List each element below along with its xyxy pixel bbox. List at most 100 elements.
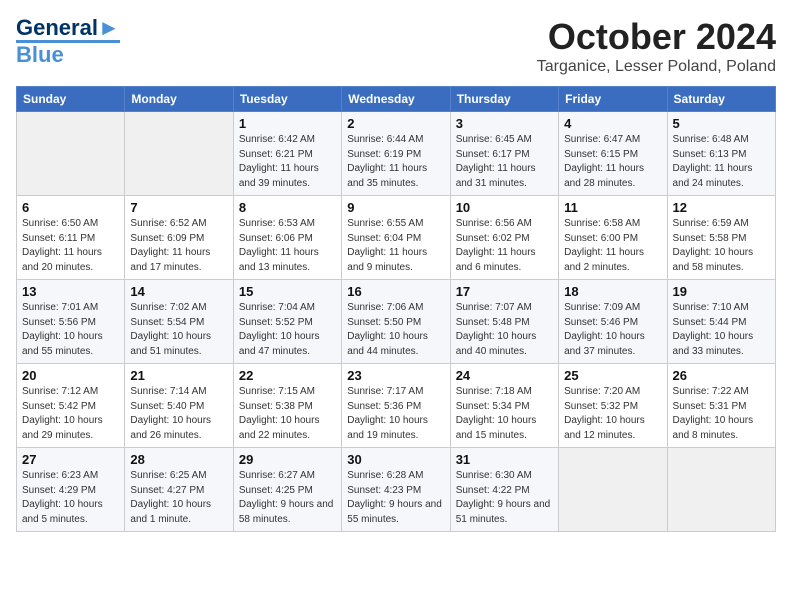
calendar-week-0: 1 Sunrise: 6:42 AMSunset: 6:21 PMDaylight…: [17, 112, 776, 196]
calendar-cell: 20 Sunrise: 7:12 AMSunset: 5:42 PMDayligh…: [17, 364, 125, 448]
calendar-cell: 23 Sunrise: 7:17 AMSunset: 5:36 PMDayligh…: [342, 364, 450, 448]
calendar-cell: 9 Sunrise: 6:55 AMSunset: 6:04 PMDaylight…: [342, 196, 450, 280]
calendar-cell: 22 Sunrise: 7:15 AMSunset: 5:38 PMDayligh…: [233, 364, 341, 448]
calendar-cell: 24Sunrise: 7:18 AMSunset: 5:34 PMDayligh…: [450, 364, 558, 448]
day-number: 23: [347, 368, 444, 383]
calendar-cell: 26 Sunrise: 7:22 AMSunset: 5:31 PMDayligh…: [667, 364, 775, 448]
calendar-week-2: 13Sunrise: 7:01 AMSunset: 5:56 PMDayligh…: [17, 280, 776, 364]
day-number: 4: [564, 116, 661, 131]
calendar-cell: 13Sunrise: 7:01 AMSunset: 5:56 PMDayligh…: [17, 280, 125, 364]
day-info: Sunrise: 7:20 AMSunset: 5:32 PMDaylight:…: [564, 385, 661, 443]
day-info: Sunrise: 6:59 AMSunset: 5:58 PMDaylight:…: [673, 217, 770, 275]
col-header-sunday: Sunday: [17, 87, 125, 112]
calendar-cell: [667, 448, 775, 532]
calendar-cell: 2Sunrise: 6:44 AMSunset: 6:19 PMDaylight…: [342, 112, 450, 196]
calendar-cell: 15 Sunrise: 7:04 AMSunset: 5:52 PMDayligh…: [233, 280, 341, 364]
day-number: 15: [239, 284, 336, 299]
day-number: 12: [673, 200, 770, 215]
day-number: 18: [564, 284, 661, 299]
month-title: October 2024: [537, 16, 776, 58]
day-info: Sunrise: 6:25 AMSunset: 4:27 PMDaylight:…: [130, 469, 227, 527]
calendar-cell: 3Sunrise: 6:45 AMSunset: 6:17 PMDaylight…: [450, 112, 558, 196]
day-info: Sunrise: 6:50 AMSunset: 6:11 PMDaylight:…: [22, 217, 119, 275]
day-number: 6: [22, 200, 119, 215]
day-info: Sunrise: 7:17 AMSunset: 5:36 PMDaylight:…: [347, 385, 444, 443]
calendar-week-3: 20 Sunrise: 7:12 AMSunset: 5:42 PMDayligh…: [17, 364, 776, 448]
calendar-cell: 25 Sunrise: 7:20 AMSunset: 5:32 PMDayligh…: [559, 364, 667, 448]
calendar-week-1: 6 Sunrise: 6:50 AMSunset: 6:11 PMDaylight…: [17, 196, 776, 280]
calendar-cell: 19Sunrise: 7:10 AMSunset: 5:44 PMDayligh…: [667, 280, 775, 364]
day-info: Sunrise: 6:30 AMSunset: 4:22 PMDaylight:…: [456, 469, 553, 527]
logo: General► Blue: [16, 16, 120, 67]
day-number: 11: [564, 200, 661, 215]
day-info: Sunrise: 6:47 AMSunset: 6:15 PMDaylight:…: [564, 133, 661, 191]
day-info: Sunrise: 6:23 AMSunset: 4:29 PMDaylight:…: [22, 469, 119, 527]
day-number: 28: [130, 452, 227, 467]
day-number: 9: [347, 200, 444, 215]
day-info: Sunrise: 6:58 AMSunset: 6:00 PMDaylight:…: [564, 217, 661, 275]
calendar-cell: 8 Sunrise: 6:53 AMSunset: 6:06 PMDaylight…: [233, 196, 341, 280]
day-number: 7: [130, 200, 227, 215]
day-number: 31: [456, 452, 553, 467]
day-number: 20: [22, 368, 119, 383]
day-info: Sunrise: 7:02 AMSunset: 5:54 PMDaylight:…: [130, 301, 227, 359]
day-number: 21: [130, 368, 227, 383]
day-number: 27: [22, 452, 119, 467]
day-info: Sunrise: 7:15 AMSunset: 5:38 PMDaylight:…: [239, 385, 336, 443]
logo-line2: Blue: [16, 40, 120, 67]
calendar-cell: 29Sunrise: 6:27 AMSunset: 4:25 PMDayligh…: [233, 448, 341, 532]
day-number: 30: [347, 452, 444, 467]
calendar-cell: 28 Sunrise: 6:25 AMSunset: 4:27 PMDayligh…: [125, 448, 233, 532]
day-info: Sunrise: 6:52 AMSunset: 6:09 PMDaylight:…: [130, 217, 227, 275]
calendar-cell: 16Sunrise: 7:06 AMSunset: 5:50 PMDayligh…: [342, 280, 450, 364]
calendar-cell: [125, 112, 233, 196]
calendar-cell: 11 Sunrise: 6:58 AMSunset: 6:00 PMDayligh…: [559, 196, 667, 280]
day-number: 8: [239, 200, 336, 215]
location-title: Targanice, Lesser Poland, Poland: [537, 58, 776, 76]
title-block: October 2024 Targanice, Lesser Poland, P…: [537, 16, 776, 76]
day-info: Sunrise: 6:45 AMSunset: 6:17 PMDaylight:…: [456, 133, 553, 191]
day-info: Sunrise: 6:28 AMSunset: 4:23 PMDaylight:…: [347, 469, 444, 527]
day-number: 24: [456, 368, 553, 383]
day-info: Sunrise: 7:14 AMSunset: 5:40 PMDaylight:…: [130, 385, 227, 443]
calendar-cell: 5Sunrise: 6:48 AMSunset: 6:13 PMDaylight…: [667, 112, 775, 196]
day-info: Sunrise: 7:22 AMSunset: 5:31 PMDaylight:…: [673, 385, 770, 443]
day-info: Sunrise: 6:53 AMSunset: 6:06 PMDaylight:…: [239, 217, 336, 275]
day-number: 16: [347, 284, 444, 299]
day-info: Sunrise: 6:44 AMSunset: 6:19 PMDaylight:…: [347, 133, 444, 191]
day-number: 13: [22, 284, 119, 299]
day-info: Sunrise: 6:27 AMSunset: 4:25 PMDaylight:…: [239, 469, 336, 527]
day-number: 22: [239, 368, 336, 383]
day-info: Sunrise: 7:09 AMSunset: 5:46 PMDaylight:…: [564, 301, 661, 359]
day-info: Sunrise: 7:07 AMSunset: 5:48 PMDaylight:…: [456, 301, 553, 359]
calendar-table: SundayMondayTuesdayWednesdayThursdayFrid…: [16, 86, 776, 532]
day-number: 17: [456, 284, 553, 299]
calendar-cell: 14 Sunrise: 7:02 AMSunset: 5:54 PMDayligh…: [125, 280, 233, 364]
calendar-cell: 17 Sunrise: 7:07 AMSunset: 5:48 PMDayligh…: [450, 280, 558, 364]
col-header-wednesday: Wednesday: [342, 87, 450, 112]
calendar-cell: 18 Sunrise: 7:09 AMSunset: 5:46 PMDayligh…: [559, 280, 667, 364]
page-header: General► Blue October 2024 Targanice, Le…: [16, 16, 776, 76]
day-number: 5: [673, 116, 770, 131]
calendar-cell: 12 Sunrise: 6:59 AMSunset: 5:58 PMDayligh…: [667, 196, 775, 280]
day-info: Sunrise: 6:55 AMSunset: 6:04 PMDaylight:…: [347, 217, 444, 275]
calendar-cell: 7 Sunrise: 6:52 AMSunset: 6:09 PMDaylight…: [125, 196, 233, 280]
calendar-cell: 21 Sunrise: 7:14 AMSunset: 5:40 PMDayligh…: [125, 364, 233, 448]
day-number: 25: [564, 368, 661, 383]
day-number: 26: [673, 368, 770, 383]
calendar-cell: [17, 112, 125, 196]
calendar-cell: 27 Sunrise: 6:23 AMSunset: 4:29 PMDayligh…: [17, 448, 125, 532]
col-header-thursday: Thursday: [450, 87, 558, 112]
calendar-header: SundayMondayTuesdayWednesdayThursdayFrid…: [17, 87, 776, 112]
logo-line1: General►: [16, 16, 120, 40]
col-header-saturday: Saturday: [667, 87, 775, 112]
day-info: Sunrise: 7:12 AMSunset: 5:42 PMDaylight:…: [22, 385, 119, 443]
day-number: 14: [130, 284, 227, 299]
day-info: Sunrise: 7:04 AMSunset: 5:52 PMDaylight:…: [239, 301, 336, 359]
day-number: 10: [456, 200, 553, 215]
day-info: Sunrise: 6:42 AMSunset: 6:21 PMDaylight:…: [239, 133, 336, 191]
calendar-week-4: 27 Sunrise: 6:23 AMSunset: 4:29 PMDayligh…: [17, 448, 776, 532]
calendar-cell: [559, 448, 667, 532]
day-number: 1: [239, 116, 336, 131]
day-info: Sunrise: 6:56 AMSunset: 6:02 PMDaylight:…: [456, 217, 553, 275]
